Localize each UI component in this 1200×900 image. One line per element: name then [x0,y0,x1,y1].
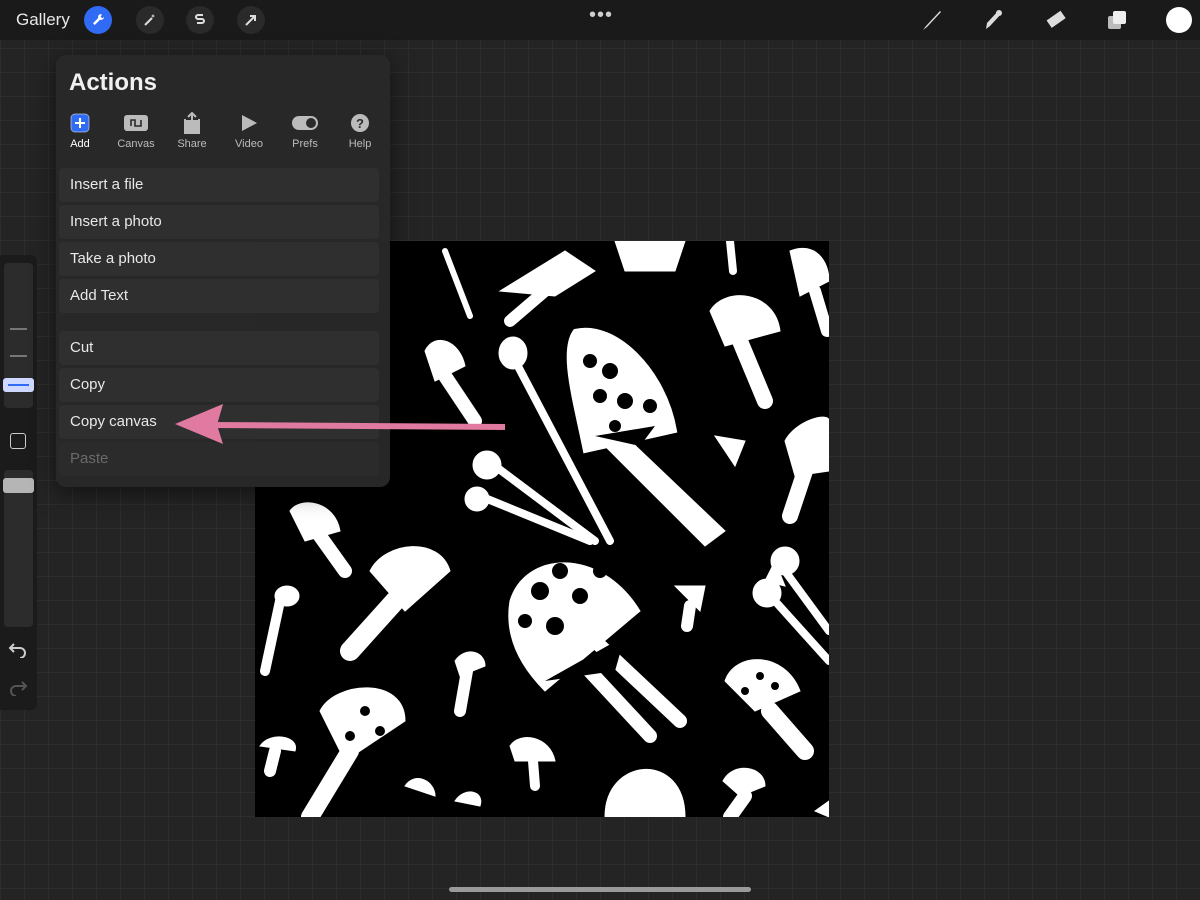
brush-icon[interactable] [918,6,946,34]
tab-prefs[interactable]: Prefs [279,112,331,150]
selection-icon[interactable] [186,6,214,34]
top-toolbar: Gallery ••• [0,0,1200,40]
redo-icon[interactable] [8,678,28,701]
smudge-icon[interactable] [980,6,1008,34]
gallery-button[interactable]: Gallery [16,10,70,30]
brush-size-handle[interactable] [3,378,34,392]
tab-canvas[interactable]: Canvas [110,112,162,150]
toggle-icon [279,112,331,134]
tab-add[interactable]: Add [54,112,106,150]
cut-item[interactable]: Cut [59,331,379,365]
video-icon [223,112,275,134]
canvas-icon [110,112,162,134]
left-sidebar [0,255,37,710]
tab-share[interactable]: Share [166,112,218,150]
annotation-arrow [175,404,506,444]
tab-label: Share [177,138,207,150]
opacity-slider[interactable] [3,470,34,627]
share-icon [166,112,218,134]
color-picker-button[interactable] [1166,7,1192,33]
tab-help[interactable]: ? Help [334,112,386,150]
eraser-icon[interactable] [1042,6,1070,34]
svg-text:?: ? [356,116,364,131]
magic-wand-icon[interactable] [136,6,164,34]
tab-label: Help [348,138,372,150]
brush-size-slider[interactable] [3,263,34,408]
modify-square-button[interactable] [10,433,26,449]
tab-label: Canvas [117,138,155,150]
layers-icon[interactable] [1103,6,1131,34]
tab-label: Prefs [292,138,318,150]
tab-video[interactable]: Video [223,112,275,150]
add-icon [54,112,106,134]
slider-tick [10,355,27,357]
help-icon: ? [334,112,386,134]
copy-item[interactable]: Copy [59,368,379,402]
slider-tick [10,328,27,330]
add-text-item[interactable]: Add Text [59,279,379,313]
undo-icon[interactable] [8,640,28,663]
insert-file-item[interactable]: Insert a file [59,168,379,202]
more-options-icon[interactable]: ••• [589,4,613,27]
opacity-handle[interactable] [3,478,34,493]
transform-arrow-icon[interactable] [237,6,265,34]
take-photo-item[interactable]: Take a photo [59,242,379,276]
home-indicator [449,887,751,892]
tab-label: Video [235,138,263,150]
insert-photo-item[interactable]: Insert a photo [59,205,379,239]
panel-title: Actions [69,69,158,96]
tab-label: Add [70,138,90,150]
wrench-icon[interactable] [84,6,112,34]
